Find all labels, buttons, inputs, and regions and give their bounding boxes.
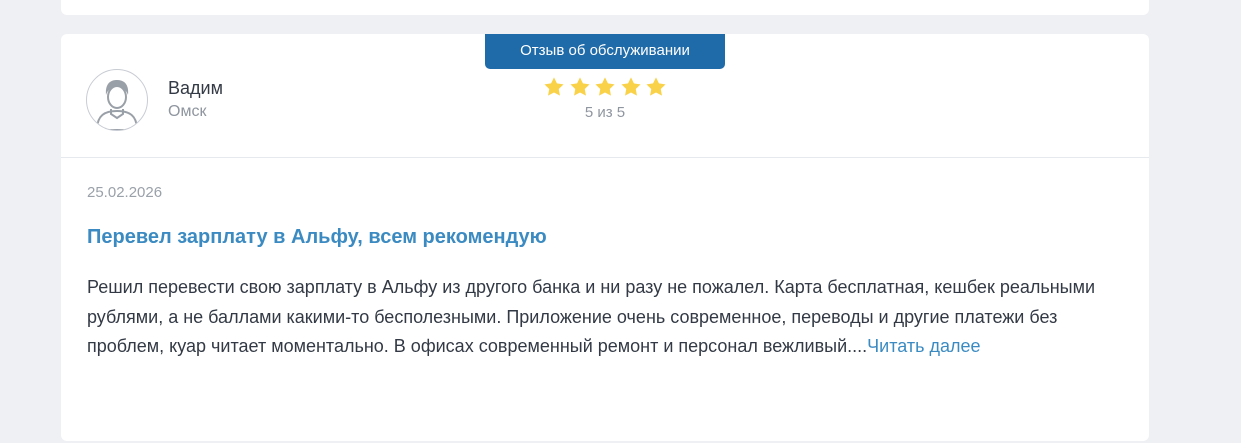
user-avatar-icon	[86, 69, 148, 131]
review-card: Вадим Омск 5 из 5 Отзыв об обслуживании …	[61, 34, 1149, 441]
read-more-link[interactable]: Читать далее	[867, 336, 980, 356]
author-name: Вадим	[168, 78, 223, 98]
review-body: Решил перевести свою зарплату в Альфу из…	[87, 273, 1117, 362]
rating-text: 5 из 5	[584, 104, 626, 121]
previous-review-card	[61, 0, 1149, 15]
star-icon	[544, 77, 564, 96]
review-date: 25.02.2026	[87, 184, 163, 201]
star-icon	[569, 77, 590, 96]
star-icon	[620, 77, 641, 96]
review-title[interactable]: Перевел зарплату в Альфу, всем рекоменду…	[87, 226, 547, 249]
review-type-badge: Отзыв об обслуживании	[485, 34, 725, 69]
star-icon	[595, 77, 615, 96]
author-city: Омск	[168, 103, 207, 120]
star-icon	[646, 77, 666, 96]
rating-stars	[543, 76, 667, 98]
